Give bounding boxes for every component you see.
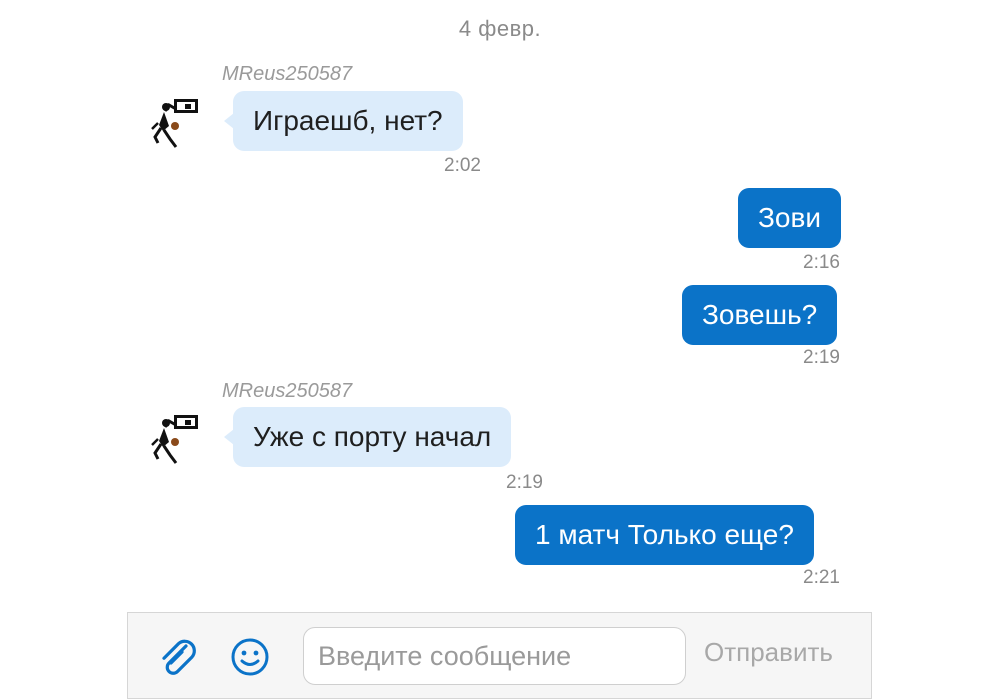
chat-history: 4 февр. MReus250587 Играешб, нет? 2:02 З…	[0, 0, 1000, 612]
smiley-icon	[231, 638, 269, 676]
message-time: 2:19	[803, 347, 840, 368]
sender-name: MReus250587	[222, 380, 353, 402]
message-composer: Отправить	[127, 612, 872, 699]
avatar[interactable]	[146, 411, 202, 479]
message-time: 2:21	[803, 567, 840, 588]
paperclip-icon	[162, 639, 196, 675]
message-time: 2:02	[444, 155, 481, 176]
basketball-player-icon	[151, 99, 198, 148]
message-bubble-outgoing[interactable]: Зовешь?	[682, 285, 838, 345]
avatar[interactable]	[146, 95, 202, 163]
date-separator: 4 февр.	[458, 16, 542, 41]
emoji-button[interactable]	[228, 635, 272, 679]
attach-button[interactable]	[156, 635, 200, 679]
message-time: 2:16	[803, 252, 840, 273]
message-bubble-incoming[interactable]: Играешб, нет?	[224, 91, 463, 151]
message-time: 2:19	[506, 472, 543, 493]
message-bubble-outgoing[interactable]: Зови	[738, 188, 841, 248]
message-bubble-incoming[interactable]: Уже с порту начал	[223, 407, 512, 467]
send-button[interactable]: Отправить	[704, 637, 833, 668]
message-bubble-outgoing[interactable]: 1 матч Только еще?	[515, 505, 814, 565]
sender-name: MReus250587	[222, 63, 353, 85]
message-input[interactable]	[303, 627, 686, 685]
basketball-player-icon	[151, 415, 198, 464]
